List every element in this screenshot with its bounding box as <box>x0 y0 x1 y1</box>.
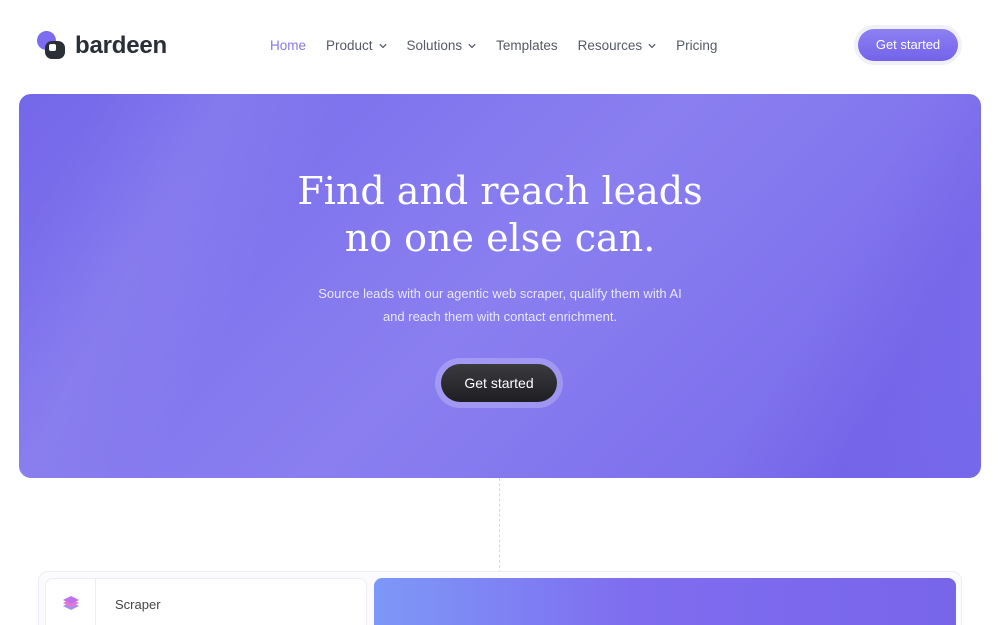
hero-section: Find and reach leads no one else can. So… <box>19 94 981 478</box>
nav-item-home[interactable]: Home <box>270 38 306 53</box>
hero-title: Find and reach leads no one else can. <box>19 168 981 262</box>
hero-title-line: Find and reach leads <box>297 169 703 213</box>
feature-panel: Scraper <box>38 571 962 625</box>
nav-item-resources[interactable]: Resources <box>578 38 657 53</box>
hero-title-line: no one else can. <box>344 216 656 260</box>
nav-item-templates[interactable]: Templates <box>496 38 558 53</box>
nav-item-label: Pricing <box>676 38 718 53</box>
bardeen-logo[interactable]: bardeen <box>37 31 167 61</box>
nav-item-label: Solutions <box>406 38 463 53</box>
nav-item-product[interactable]: Product <box>326 38 387 53</box>
main-menu: Home Product Solutions Templates Resourc… <box>270 38 737 53</box>
logo-text: bardeen <box>75 32 167 59</box>
hero-cta-container: Get started <box>435 358 563 408</box>
nav-item-solutions[interactable]: Solutions <box>407 38 477 53</box>
nav-item-label: Product <box>326 38 373 53</box>
hero-get-started-button[interactable]: Get started <box>441 364 557 402</box>
chevron-down-icon <box>648 43 656 48</box>
nav-item-label: Home <box>270 38 307 53</box>
logo-mark-icon <box>37 31 67 61</box>
chevron-down-icon <box>468 43 476 48</box>
layers-icon <box>63 596 79 610</box>
hero-subtitle: Source leads with our agentic web scrape… <box>19 282 981 328</box>
hero-subtitle-line: and reach them with contact enrichment. <box>382 309 618 324</box>
feature-preview <box>374 578 956 625</box>
nav-item-label: Resources <box>577 38 643 53</box>
dashed-divider <box>499 478 500 573</box>
nav-item-pricing[interactable]: Pricing <box>676 38 717 53</box>
nav-item-label: Templates <box>496 38 558 53</box>
nav-cta-container: Get started <box>854 25 962 65</box>
top-navigation: bardeen Home Product Solutions Templates… <box>0 0 1000 94</box>
feature-label: Scraper <box>115 597 161 612</box>
get-started-button[interactable]: Get started <box>858 29 958 61</box>
feature-list-item-scraper[interactable]: Scraper <box>45 578 367 625</box>
chevron-down-icon <box>379 43 386 48</box>
feature-icon-cell <box>46 579 96 625</box>
hero-subtitle-line: Source leads with our agentic web scrape… <box>318 286 682 301</box>
